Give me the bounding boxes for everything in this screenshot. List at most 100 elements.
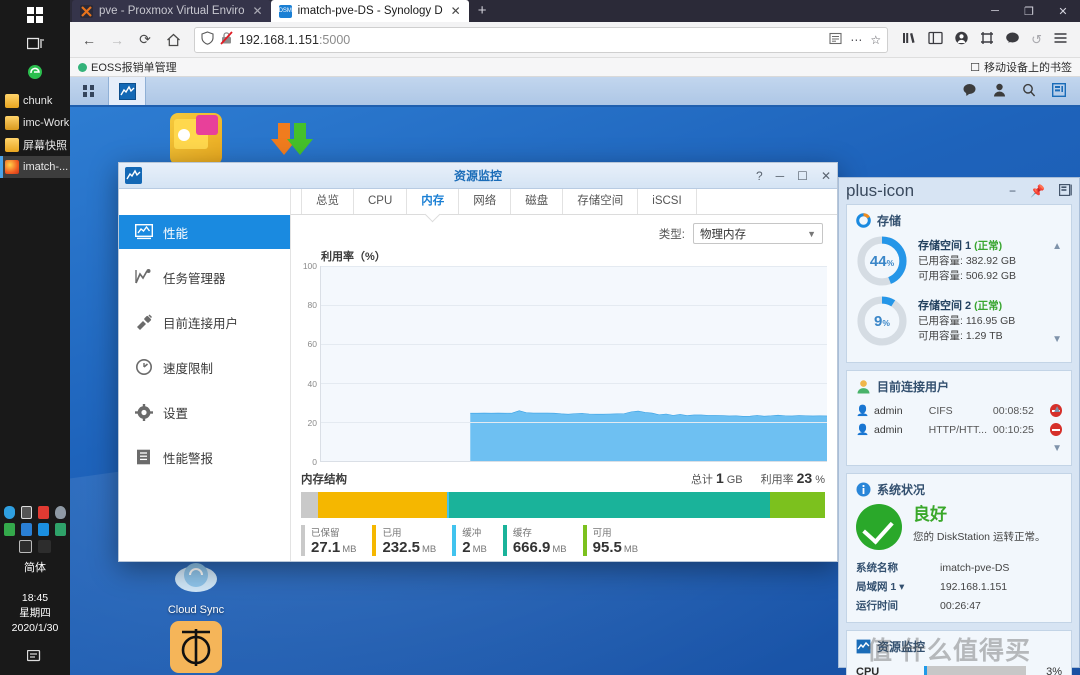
shadowsocks-icon[interactable]: [4, 523, 15, 536]
browser-tab-synology[interactable]: DSM imatch-pve-DS - Synology D ✕: [270, 0, 469, 22]
new-tab-button[interactable]: +: [469, 0, 496, 22]
reload-button[interactable]: ⟳: [132, 27, 158, 53]
task-view-icon[interactable]: [0, 30, 70, 58]
window-icon[interactable]: [20, 506, 33, 519]
tab-iscsi[interactable]: iSCSI: [638, 189, 697, 214]
security-icon[interactable]: [55, 523, 66, 536]
sidebar-item-performance[interactable]: 性能: [119, 215, 290, 249]
connected-user-row: 👤 admin CIFS 00:08:52 ▲: [856, 401, 1062, 420]
reader-view-icon[interactable]: [829, 32, 842, 48]
minimize-button[interactable]: ─: [776, 169, 785, 183]
tab-storage[interactable]: 存储空间: [563, 189, 639, 214]
desktop-icon-zerotier[interactable]: ZeroTier: [150, 621, 242, 675]
volume-muted-icon[interactable]: [38, 540, 51, 553]
chevron-down-icon[interactable]: ▼: [1052, 334, 1062, 345]
minimize-button[interactable]: ─: [978, 0, 1012, 22]
tab-disk[interactable]: 磁盘: [511, 189, 564, 214]
remote-icon[interactable]: [19, 540, 32, 553]
notification-icon[interactable]: [4, 649, 66, 667]
home-button[interactable]: [160, 27, 186, 53]
screenshot-icon[interactable]: [980, 31, 994, 48]
sync-icon[interactable]: ↺: [1031, 32, 1042, 48]
sogou-icon[interactable]: [21, 523, 32, 536]
volume-percent: 9%: [856, 295, 908, 347]
widget-icon[interactable]: [1051, 82, 1067, 100]
taskbar-item-screenshots[interactable]: 屏幕快照: [0, 134, 70, 156]
bookmark-mobile-folder[interactable]: ☐ 移动设备上的书签: [970, 59, 1072, 75]
main-menu-icon[interactable]: [70, 77, 108, 105]
pocket-icon[interactable]: [1005, 31, 1020, 48]
account-icon[interactable]: [954, 31, 969, 48]
forward-button[interactable]: →: [104, 27, 130, 53]
pin-icon[interactable]: 📌: [1030, 184, 1045, 199]
menu-icon[interactable]: [1053, 31, 1068, 48]
ime-indicator[interactable]: 简体: [4, 559, 66, 575]
info-value: 00:26:47: [940, 599, 981, 612]
chevron-up-icon[interactable]: ▲: [1052, 241, 1062, 252]
sidebar-item-settings[interactable]: 设置: [119, 395, 290, 429]
close-button[interactable]: ✕: [1046, 0, 1080, 22]
system-info-row[interactable]: 局域网 1 ▾ 192.168.1.151: [856, 577, 1062, 596]
taskbar-item-imatch-firefox[interactable]: imatch-...: [0, 156, 70, 178]
start-button[interactable]: [0, 0, 70, 30]
notification-icon[interactable]: [962, 83, 977, 100]
tab-memory[interactable]: 内存: [407, 189, 460, 214]
search-icon[interactable]: [1022, 83, 1036, 100]
window-titlebar[interactable]: 资源监控 ? ─ ☐ ✕: [119, 163, 837, 189]
cpu-bar: [924, 666, 1026, 675]
sidebar-item-task-manager[interactable]: 任务管理器: [119, 260, 290, 294]
clock[interactable]: 18:45 星期四 2020/1/30: [4, 591, 66, 636]
dsm-task-resource-monitor[interactable]: [108, 77, 146, 105]
volume-free-label: 可用容量:: [918, 329, 963, 342]
maximize-button[interactable]: ☐: [797, 169, 808, 183]
qq-icon[interactable]: [38, 506, 50, 519]
onedrive-icon[interactable]: [4, 506, 15, 519]
user-icon[interactable]: [993, 83, 1006, 100]
bluetooth-icon[interactable]: [38, 523, 49, 536]
volume-free-value: 506.92 GB: [965, 269, 1017, 282]
disconnect-icon[interactable]: [1049, 423, 1062, 436]
taskbar-item-imc-work[interactable]: imc-Work: [0, 112, 70, 134]
cpu-value: 3%: [1046, 665, 1062, 675]
help-button[interactable]: ?: [756, 169, 763, 183]
legend-label: 已用: [382, 528, 402, 539]
minimize-icon[interactable]: −: [1009, 184, 1016, 199]
memory-legend-item: 已保留 27.1 MB: [301, 525, 356, 556]
plus-icon[interactable]: plus-icon: [846, 181, 914, 201]
system-info-row: 系统名称 imatch-pve-DS: [856, 558, 1062, 577]
type-label: 类型:: [658, 228, 685, 241]
maximize-button[interactable]: ❐: [1012, 0, 1046, 22]
ellipsis-icon[interactable]: ⋯: [850, 33, 862, 47]
broken-lock-icon[interactable]: [220, 31, 233, 48]
library-icon[interactable]: [902, 31, 917, 48]
url-bar[interactable]: 192.168.1.151:5000 ⋯ ☆: [194, 26, 889, 53]
chevron-up-icon[interactable]: ▲: [1052, 404, 1062, 415]
edge-icon[interactable]: [0, 58, 70, 86]
close-button[interactable]: ✕: [821, 169, 831, 183]
tab-cpu[interactable]: CPU: [354, 189, 408, 214]
sidebar-item-connected-users[interactable]: 目前连接用户: [119, 305, 290, 339]
info-key[interactable]: 局域网 1 ▾: [856, 579, 940, 594]
back-button[interactable]: ←: [76, 27, 102, 53]
star-icon[interactable]: ☆: [870, 33, 881, 47]
chevron-down-icon[interactable]: ▼: [1052, 443, 1062, 454]
sidebar-item-performance-alert[interactable]: 性能警报: [119, 440, 290, 474]
taskbar-item-chunk[interactable]: chunk: [0, 90, 70, 112]
memory-bar-segment: [317, 492, 447, 518]
close-icon[interactable]: ✕: [451, 4, 461, 18]
memory-structure-title: 内存结构: [301, 474, 347, 486]
memory-usage-value: 23: [796, 470, 813, 486]
browser-tab-proxmox[interactable]: pve - Proxmox Virtual Enviro ✕: [72, 0, 271, 22]
resource-monitor-widget: 资源监控 CPU 3% RAM 23% 局域网 1 ▾ ▲ 1 KB/s: [846, 630, 1072, 675]
cloud-sync-icon[interactable]: [55, 506, 66, 519]
tab-network[interactable]: 网络: [459, 189, 512, 214]
close-icon[interactable]: ✕: [253, 4, 263, 18]
shield-icon[interactable]: [201, 31, 214, 48]
tab-overview[interactable]: 总览: [301, 189, 354, 214]
bookmark-eoss[interactable]: EOSS报销单管理: [78, 59, 177, 75]
collapse-right-icon[interactable]: [1059, 183, 1072, 199]
memory-total-label: 总计: [690, 474, 713, 486]
sidebar-icon[interactable]: [928, 31, 943, 48]
type-select[interactable]: 物理内存 ▼: [693, 223, 823, 244]
sidebar-item-speed-limit[interactable]: 速度限制: [119, 350, 290, 384]
